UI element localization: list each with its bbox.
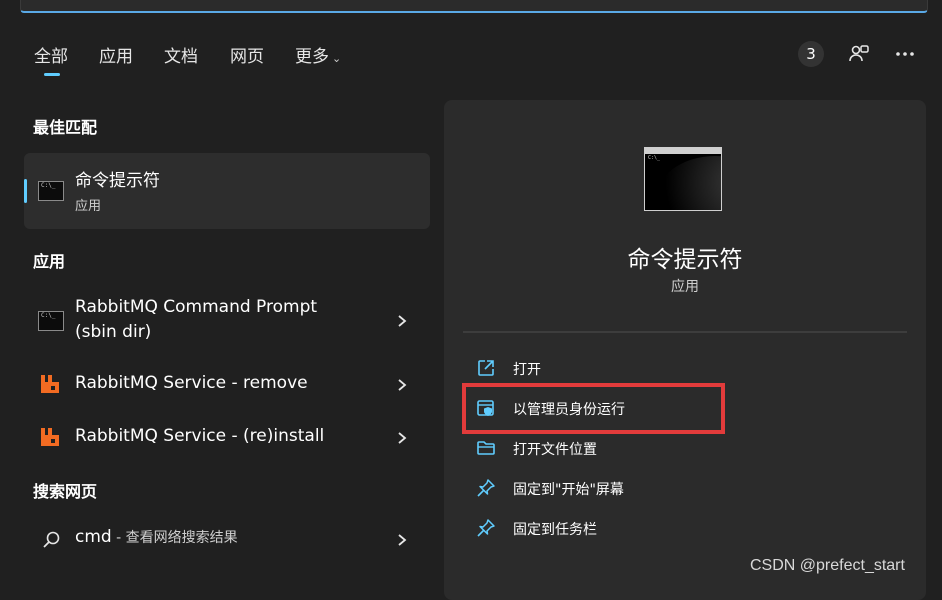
detail-panel: C:\_ 命令提示符 应用 打开 以管理员身份运行 打开文件位置 固定到"开始"… [444,100,926,600]
chevron-right-icon[interactable] [396,314,408,328]
app-item-label-line2: (sbin dir) [75,322,152,342]
tab-more-label: 更多 [295,47,329,67]
more-options-icon[interactable] [893,42,917,66]
rabbitmq-icon [41,375,59,393]
action-label: 固定到任务栏 [513,522,597,538]
search-input[interactable] [20,0,928,13]
watermark: CSDN @prefect_start [750,557,905,574]
detail-title: 命令提示符 [627,247,743,273]
cmd-icon: C:\_ [38,311,64,331]
action-label: 固定到"开始"屏幕 [513,482,624,498]
app-item-label: RabbitMQ Command Prompt [75,297,318,317]
tab-apps[interactable]: 应用 [99,42,133,67]
selection-indicator [24,179,27,203]
best-match-subtitle: 应用 [75,199,102,214]
folder-icon [477,441,495,455]
best-match-title: 命令提示符 [75,171,160,191]
chevron-right-icon[interactable] [396,378,408,392]
chevron-right-icon[interactable] [396,431,408,445]
section-web-search: 搜索网页 [33,482,98,501]
web-search-suffix: - 查看网络搜索结果 [111,530,238,546]
tab-documents[interactable]: 文档 [164,42,198,67]
annotation-highlight-box [462,383,725,434]
section-best-match: 最佳匹配 [33,118,98,137]
tab-web[interactable]: 网页 [230,42,264,67]
app-item-label: RabbitMQ Service - (re)install [75,426,325,446]
app-item-rabbitmq-service-reinstall[interactable]: RabbitMQ Service - (re)install [24,423,430,453]
web-search-text: cmd - 查看网络搜索结果 [75,527,238,547]
web-search-item[interactable]: cmd - 查看网络搜索结果 [24,522,430,556]
action-label: 打开 [513,362,541,378]
tab-more[interactable]: 更多 ⌄ [295,42,341,67]
app-item-rabbitmq-service-remove[interactable]: RabbitMQ Service - remove [24,370,430,400]
best-match-item[interactable]: C:\_ 命令提示符 应用 [24,153,430,229]
pin-icon [477,519,495,537]
pin-icon [477,479,495,497]
divider [463,331,907,333]
section-apps: 应用 [33,252,66,271]
app-item-label: RabbitMQ Service - remove [75,373,308,393]
rabbitmq-icon [41,428,59,446]
rewards-badge[interactable]: 3 [798,41,824,67]
account-switch-icon[interactable] [847,42,871,66]
app-item-rabbitmq-command-prompt[interactable]: C:\_ RabbitMQ Command Prompt (sbin dir) [24,294,430,350]
command-prompt-icon: C:\_ [38,181,64,201]
tab-all[interactable]: 全部 [34,42,68,76]
chevron-right-icon[interactable] [396,533,408,547]
open-external-icon [478,360,494,376]
command-prompt-large-icon: C:\_ [644,147,722,211]
search-icon [43,531,60,548]
web-search-query: cmd [75,527,112,547]
chevron-down-icon: ⌄ [332,52,342,65]
detail-subtitle: 应用 [671,279,699,295]
action-label: 打开文件位置 [513,442,597,458]
